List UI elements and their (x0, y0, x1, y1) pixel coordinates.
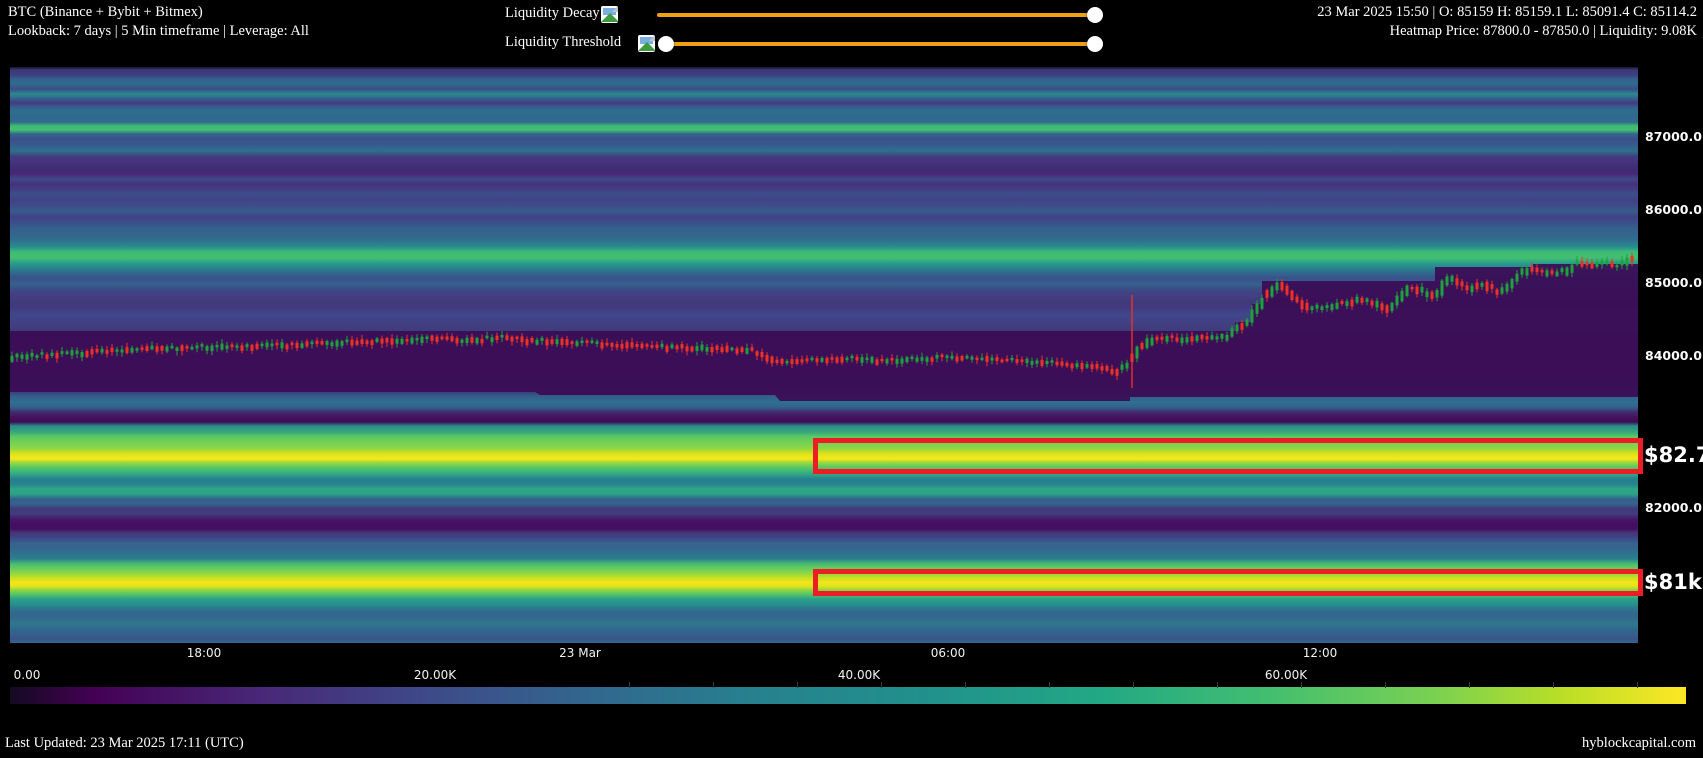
colorbar-minor-tick (1049, 682, 1050, 688)
slider-handle[interactable] (1087, 7, 1103, 23)
liquidity-level-label: $81k (1644, 570, 1702, 594)
heatmap-hover-readout: Heatmap Price: 87800.0 - 87850.0 | Liqui… (1317, 22, 1697, 41)
colorbar-minor-tick (797, 682, 798, 688)
site-watermark: hyblockcapital.com (1582, 735, 1696, 752)
colorbar-minor-tick (1217, 682, 1218, 688)
colorbar-tick-label: 0.00 (0, 668, 72, 682)
symbol-title: BTC (Binance + Bybit + Bitmex) (8, 3, 309, 22)
liquidity-level-box (813, 569, 1643, 596)
colorbar-minor-tick (1301, 682, 1302, 688)
image-icon[interactable] (601, 6, 618, 23)
colorbar-minor-tick (713, 682, 714, 688)
colorbar-minor-tick (1469, 682, 1470, 688)
liquidity-decay-label: Liquidity Decay (505, 5, 600, 22)
time-tick-label: 06:00 (903, 646, 993, 660)
price-tick-label: 84000.0 (1645, 348, 1703, 363)
header-right: 23 Mar 2025 15:50 | O: 85159 H: 85159.1 … (1317, 3, 1697, 41)
header-left: BTC (Binance + Bybit + Bitmex) Lookback:… (8, 3, 309, 41)
liquidity-colorbar (10, 687, 1686, 704)
time-tick-label: 18:00 (159, 646, 249, 660)
colorbar-tick-label: 40.00K (814, 668, 904, 682)
colorbar-tick-label: 20.00K (390, 668, 480, 682)
last-updated-text: Last Updated: 23 Mar 2025 17:11 (UTC) (5, 735, 244, 752)
colorbar-minor-tick (965, 682, 966, 688)
liquidity-level-label: $82.7k (1644, 443, 1703, 467)
colorbar-minor-tick (1637, 682, 1638, 688)
price-tick-label: 85000.0 (1645, 275, 1703, 290)
colorbar-minor-tick (629, 682, 630, 688)
liquidity-threshold-slider[interactable] (664, 42, 1097, 46)
app-window: BTC (Binance + Bybit + Bitmex) Lookback:… (0, 0, 1703, 758)
colorbar-minor-tick (1385, 682, 1386, 688)
liquidity-decay-slider[interactable] (657, 13, 1097, 17)
lookback-settings: Lookback: 7 days | 5 Min timeframe | Lev… (8, 22, 309, 41)
colorbar-minor-tick (1133, 682, 1134, 688)
time-tick-label: 23 Mar (535, 646, 625, 660)
price-tick-label: 82000.0 (1645, 500, 1703, 515)
time-tick-label: 12:00 (1275, 646, 1365, 660)
price-tick-label: 86000.0 (1645, 202, 1703, 217)
heatmap-chart[interactable] (10, 67, 1638, 643)
liquidity-threshold-label: Liquidity Threshold (505, 34, 621, 51)
price-tick-label: 87000.0 (1645, 129, 1703, 144)
ohlc-readout: 23 Mar 2025 15:50 | O: 85159 H: 85159.1 … (1317, 3, 1697, 22)
colorbar-minor-tick (1553, 682, 1554, 688)
slider-handle[interactable] (658, 36, 674, 52)
colorbar-tick-label: 60.00K (1241, 668, 1331, 682)
image-icon[interactable] (638, 35, 655, 52)
colorbar-minor-tick (881, 682, 882, 688)
slider-handle[interactable] (1087, 36, 1103, 52)
liquidity-level-box (813, 438, 1643, 474)
